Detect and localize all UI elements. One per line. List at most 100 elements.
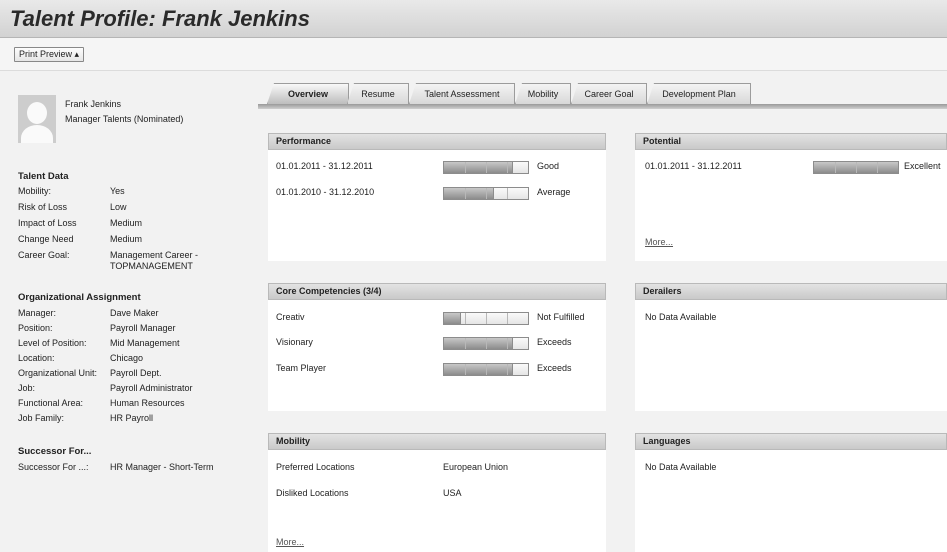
avatar-body-shape: [21, 125, 53, 143]
rating-bar-tick: [486, 313, 487, 324]
row-label: Mobility:: [18, 186, 52, 196]
potential-rating: Excellent: [904, 161, 941, 171]
row-label: Career Goal:: [18, 250, 70, 260]
rating-bar-tick: [507, 338, 508, 349]
left-sidebar: Frank Jenkins Manager Talents (Nominated…: [0, 72, 250, 552]
mobility-label: Preferred Locations: [276, 462, 355, 472]
rating-bar-tick: [486, 338, 487, 349]
tab-overview[interactable]: Overview: [267, 83, 349, 104]
tab-talent-assessment[interactable]: Talent Assessment: [409, 83, 515, 104]
tab-career-goal[interactable]: Career Goal: [571, 83, 647, 104]
row-label: Level of Position:: [18, 338, 87, 348]
mobility-panel-title: Mobility: [268, 433, 606, 450]
row-value: Medium: [110, 234, 143, 244]
competency-rating: Not Fulfilled: [537, 312, 585, 322]
potential-period: 01.01.2011 - 31.12.2011: [645, 161, 742, 171]
performance-rating: Good: [537, 161, 560, 171]
row-value: Dave Maker: [110, 308, 159, 318]
row-value: Chicago: [110, 353, 144, 363]
performance-rating: Average: [537, 187, 571, 197]
derailers-panel-title: Derailers: [635, 283, 947, 300]
rating-bar-fill: [444, 364, 513, 375]
rating-bar-tick: [465, 364, 466, 375]
rating-bar-tick: [507, 313, 508, 324]
row-value: Payroll Manager: [110, 323, 176, 333]
row-value: Mid Management: [110, 338, 180, 348]
mobility-label: Disliked Locations: [276, 488, 349, 498]
person-role: Manager Talents (Nominated): [65, 114, 184, 124]
performance-period: 01.01.2010 - 31.12.2010: [276, 187, 375, 197]
talent-data-title: Talent Data: [18, 171, 69, 182]
competency-rating: Exceeds: [537, 337, 572, 347]
languages-panel: Languages No Data Available: [635, 433, 947, 552]
row-label: Functional Area:: [18, 398, 84, 408]
row-value: Low: [110, 202, 127, 212]
tab-resume[interactable]: Resume: [347, 83, 409, 104]
rating-bar-tick: [507, 364, 508, 375]
avatar-head-shape: [27, 102, 47, 124]
row-label: Organizational Unit:: [18, 368, 98, 378]
potential-rating-bar: [813, 161, 899, 174]
competency-name: Visionary: [276, 337, 313, 347]
performance-rating-bar: [443, 187, 529, 200]
row-value: Management Career - TOPMANAGEMENT: [110, 250, 199, 271]
rating-bar-tick: [835, 162, 836, 173]
languages-panel-title: Languages: [635, 433, 947, 450]
competency-rating: Exceeds: [537, 363, 572, 373]
avatar: [18, 95, 56, 143]
potential-panel: Potential 01.01.2011 - 31.12.2011 Excell…: [635, 133, 947, 261]
row-value: Medium: [110, 218, 143, 228]
languages-empty-message: No Data Available: [645, 462, 717, 472]
competency-rating-bar: [443, 312, 529, 325]
row-value: HR Manager - Short-Term: [110, 462, 214, 472]
competency-name: Creativ: [276, 312, 305, 322]
print-preview-button[interactable]: Print Preview ▴: [14, 47, 85, 62]
row-label: Job:: [18, 383, 36, 393]
mobility-panel: Mobility Preferred Locations European Un…: [268, 433, 606, 552]
rating-bar-tick: [465, 313, 466, 324]
competency-rating-bar: [443, 363, 529, 376]
performance-panel-title: Performance: [268, 133, 606, 150]
tab-development-plan[interactable]: Development Plan: [647, 83, 751, 104]
potential-more-link[interactable]: More...: [645, 237, 673, 247]
row-label: Change Need: [18, 234, 74, 244]
org-assignment-title: Organizational Assignment: [18, 292, 141, 303]
row-label: Successor For ...:: [18, 462, 89, 472]
row-label: Risk of Loss: [18, 202, 68, 212]
rating-bar-tick: [486, 364, 487, 375]
potential-panel-title: Potential: [635, 133, 947, 150]
rating-bar-tick: [486, 188, 487, 199]
rating-bar-tick: [507, 162, 508, 173]
row-label: Location:: [18, 353, 55, 363]
competency-name: Team Player: [276, 363, 327, 373]
row-label: Position:: [18, 323, 53, 333]
mobility-more-link[interactable]: More...: [276, 537, 304, 547]
performance-rating-bar: [443, 161, 529, 174]
rating-bar-tick: [465, 188, 466, 199]
row-label: Job Family:: [18, 413, 65, 423]
row-value: Payroll Dept.: [110, 368, 162, 378]
mobility-value: European Union: [443, 462, 509, 472]
title-bar: Talent Profile: Frank Jenkins: [0, 0, 947, 38]
core-competencies-panel-title: Core Competencies (3/4): [268, 283, 606, 300]
person-name: Frank Jenkins: [65, 99, 122, 109]
performance-panel: Performance 01.01.2011 - 31.12.2011 Good…: [268, 133, 606, 261]
tab-mobility[interactable]: Mobility: [515, 83, 571, 104]
rating-bar-tick: [507, 188, 508, 199]
successor-title: Successor For...: [18, 446, 92, 457]
core-competencies-panel: Core Competencies (3/4) Creativ Not Fulf…: [268, 283, 606, 411]
row-value: Human Resources: [110, 398, 185, 408]
rating-bar-tick: [877, 162, 878, 173]
performance-period: 01.01.2011 - 31.12.2011: [276, 161, 373, 171]
derailers-panel: Derailers No Data Available: [635, 283, 947, 411]
tab-bar: Overview Resume Talent Assessment Mobili…: [267, 83, 947, 105]
derailers-empty-message: No Data Available: [645, 312, 717, 322]
mobility-value: USA: [443, 488, 462, 498]
toolbar: Print Preview ▴: [0, 38, 947, 71]
rating-bar-fill: [444, 338, 513, 349]
rating-bar-tick: [465, 162, 466, 173]
row-value: Payroll Administrator: [110, 383, 193, 393]
row-label: Manager:: [18, 308, 57, 318]
page-title: Talent Profile: Frank Jenkins: [10, 6, 310, 31]
rating-bar-tick: [465, 338, 466, 349]
